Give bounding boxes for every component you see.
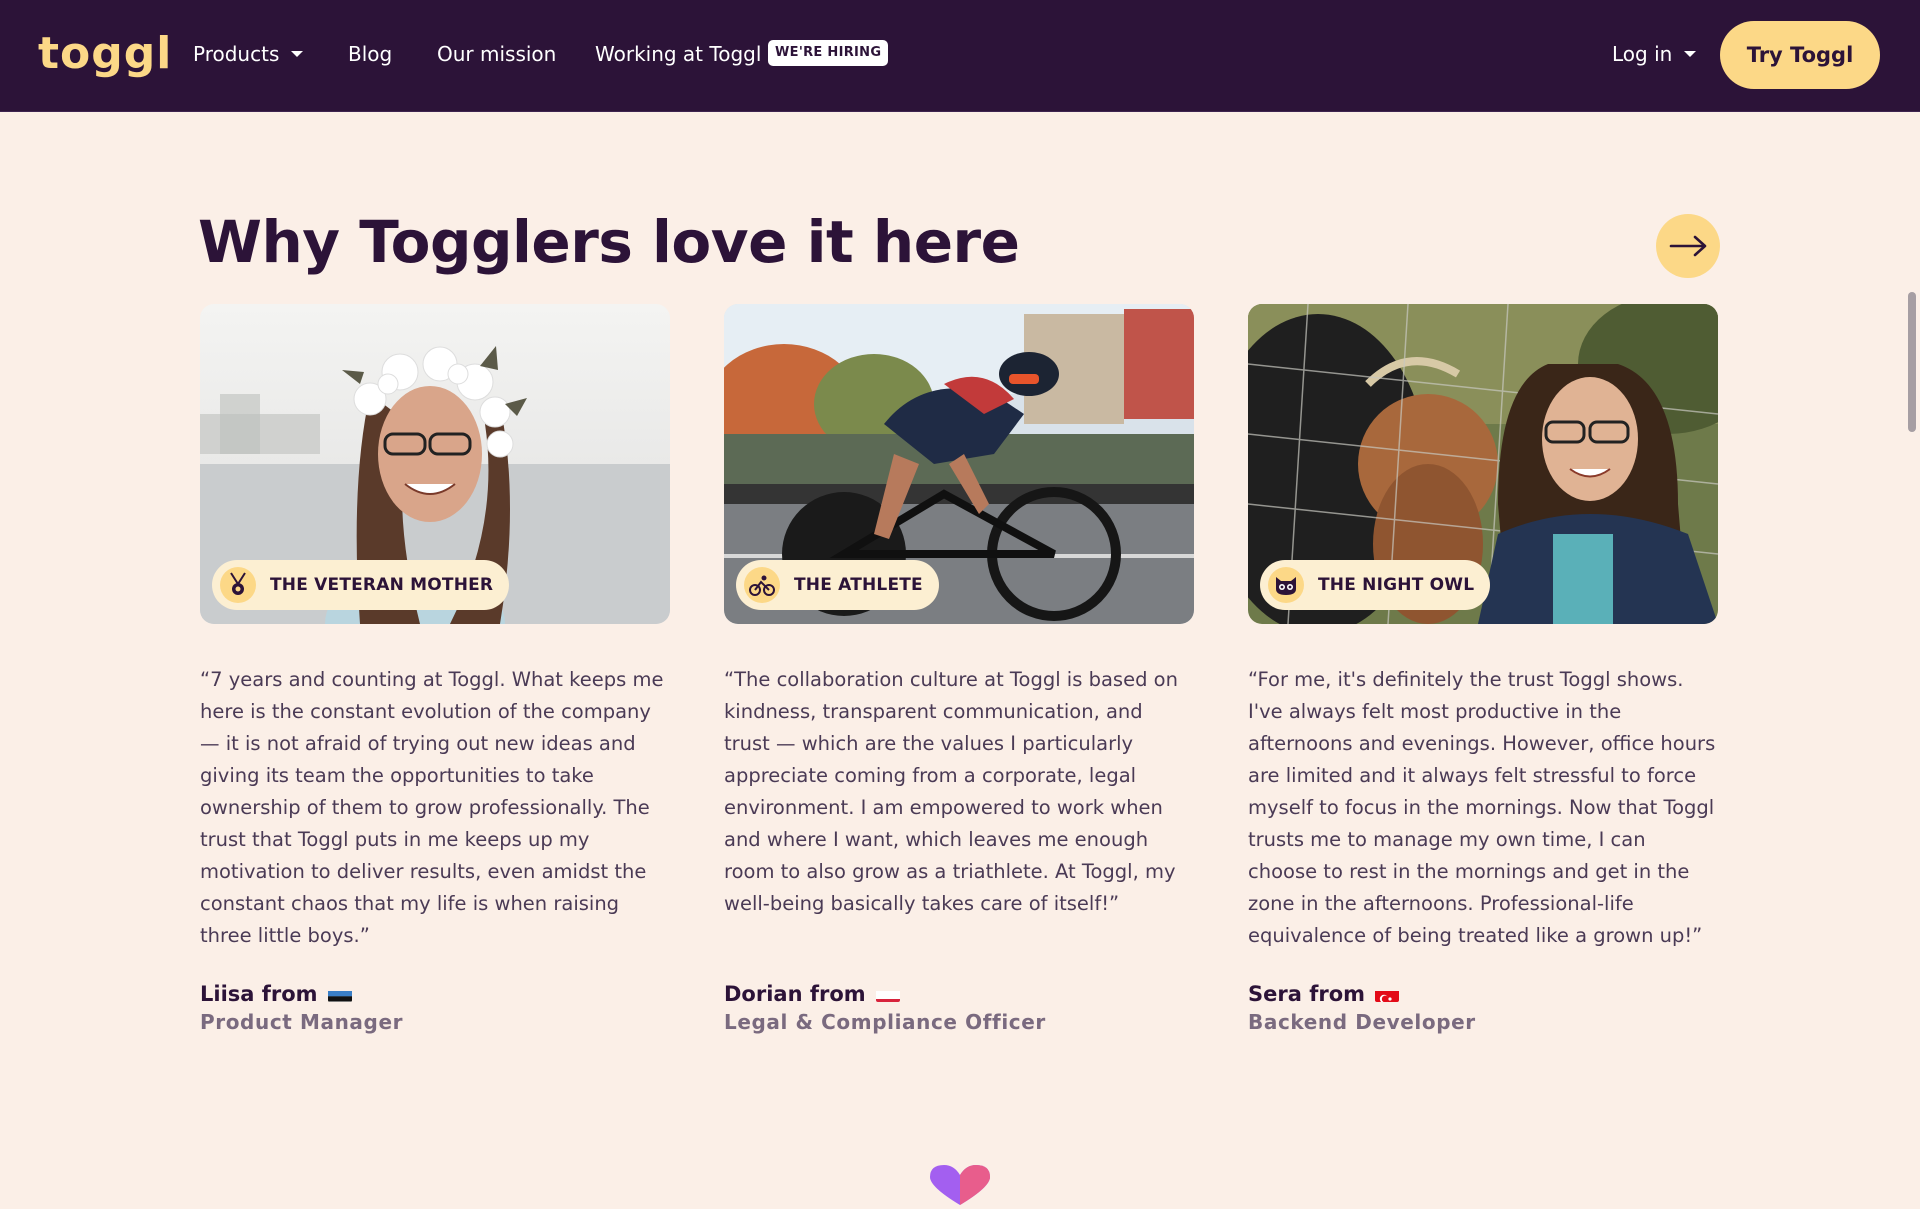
- chevron-down-icon: [291, 51, 303, 57]
- testimonial-card: THE NIGHT OWL “For me, it's definitely t…: [1248, 304, 1718, 624]
- testimonial-quote: “For me, it's definitely the trust Toggl…: [1248, 664, 1718, 952]
- author-role: Product Manager: [200, 1008, 670, 1036]
- medal-icon: [220, 567, 256, 603]
- page-scrollbar[interactable]: [1908, 292, 1916, 432]
- poland-flag-icon: [876, 986, 900, 1002]
- author-role: Legal & Compliance Officer: [724, 1008, 1194, 1036]
- arrow-right-icon: [1656, 214, 1720, 278]
- testimonial-author: Liisa from Product Manager: [200, 980, 670, 1036]
- testimonial-photo: THE NIGHT OWL: [1248, 304, 1718, 624]
- author-name-row: Dorian from: [724, 980, 1194, 1008]
- testimonial-quote: “7 years and counting at Toggl. What kee…: [200, 664, 670, 952]
- nav-working-link[interactable]: Working at Toggl: [595, 38, 761, 70]
- nav-mission-link[interactable]: Our mission: [437, 38, 556, 70]
- testimonial-card: THE ATHLETE “The collaboration culture a…: [724, 304, 1194, 624]
- top-navigation: toggl Products Blog Our mission Working …: [0, 0, 1920, 112]
- estonia-flag-icon: [328, 986, 352, 1002]
- persona-label: THE ATHLETE: [794, 575, 923, 595]
- heart-icon: [920, 1165, 1000, 1209]
- persona-tag: THE ATHLETE: [736, 560, 939, 610]
- author-name-row: Liisa from: [200, 980, 670, 1008]
- next-slide-button[interactable]: [1656, 214, 1720, 278]
- persona-tag: THE NIGHT OWL: [1260, 560, 1490, 610]
- persona-label: THE NIGHT OWL: [1318, 575, 1474, 595]
- author-name: Dorian from: [724, 980, 866, 1008]
- try-toggl-button[interactable]: Try Toggl: [1720, 21, 1880, 89]
- chevron-down-icon: [1684, 51, 1696, 57]
- hiring-badge[interactable]: WE'RE HIRING: [768, 40, 888, 66]
- cat-icon: [1268, 567, 1304, 603]
- nav-products-label: Products: [193, 42, 279, 66]
- persona-tag: THE VETERAN MOTHER: [212, 560, 509, 610]
- nav-login-menu[interactable]: Log in: [1612, 38, 1696, 70]
- nav-login-label: Log in: [1612, 42, 1672, 66]
- toggl-logo[interactable]: toggl: [38, 24, 172, 84]
- cyclist-icon: [744, 567, 780, 603]
- testimonial-author: Sera from Backend Developer: [1248, 980, 1718, 1036]
- testimonial-photo: THE ATHLETE: [724, 304, 1194, 624]
- testimonial-card: THE VETERAN MOTHER “7 years and counting…: [200, 304, 670, 624]
- nav-blog-link[interactable]: Blog: [348, 38, 392, 70]
- testimonial-author: Dorian from Legal & Compliance Officer: [724, 980, 1194, 1036]
- author-name: Sera from: [1248, 980, 1365, 1008]
- section-title: Why Togglers love it here: [198, 202, 1019, 282]
- author-role: Backend Developer: [1248, 1008, 1718, 1036]
- testimonial-photo: THE VETERAN MOTHER: [200, 304, 670, 624]
- persona-label: THE VETERAN MOTHER: [270, 575, 493, 595]
- turkey-flag-icon: [1375, 986, 1399, 1002]
- author-name: Liisa from: [200, 980, 318, 1008]
- nav-products-menu[interactable]: Products: [193, 38, 303, 70]
- author-name-row: Sera from: [1248, 980, 1718, 1008]
- testimonial-quote: “The collaboration culture at Toggl is b…: [724, 664, 1194, 920]
